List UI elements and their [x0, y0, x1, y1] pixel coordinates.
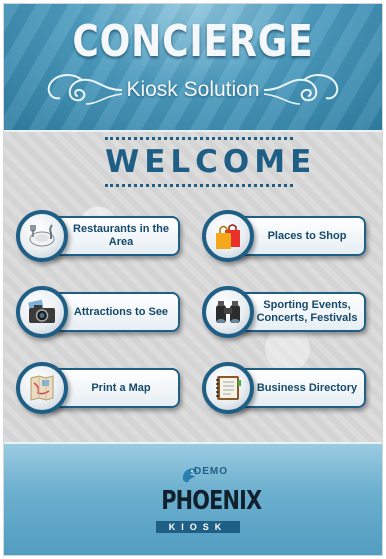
map-icon — [16, 362, 68, 414]
menu-button-restaurants[interactable]: Restaurants in the Area — [16, 210, 182, 264]
plate-fork-knife-icon — [16, 210, 68, 262]
app-subtitle: Kiosk Solution — [126, 78, 260, 101]
kiosk-screen: CONCIERGE Kiosk Solution WELCOME Restaur… — [3, 3, 383, 556]
logo-main-text: PHOENIX — [161, 486, 262, 516]
menu-button-print-map[interactable]: Print a Map — [16, 362, 182, 416]
shopping-bag-icon — [202, 210, 254, 262]
logo-demo-text: DEMO — [194, 466, 228, 477]
menu-label-print-map: Print a Map — [91, 381, 151, 394]
menu-button-business-directory[interactable]: Business Directory — [202, 362, 368, 416]
menu-label-events: Sporting Events, Concerts, Festivals — [256, 299, 358, 324]
header-banner: CONCIERGE Kiosk Solution — [4, 4, 382, 132]
camera-icon — [16, 286, 68, 338]
footer-area: DEMO PHOENIX KIOSK — [4, 442, 382, 555]
welcome-banner: WELCOME — [105, 137, 317, 187]
logo-sub-text: KIOSK — [156, 521, 240, 533]
menu-label-shop: Places to Shop — [267, 229, 347, 242]
menu-button-shop[interactable]: Places to Shop — [202, 210, 368, 264]
menu-label-attractions: Attractions to See — [73, 305, 169, 318]
phoenix-kiosk-logo: DEMO PHOENIX KIOSK — [152, 466, 262, 544]
address-book-icon — [202, 362, 254, 414]
main-menu-area: WELCOME Restaurants in the Area Places t… — [4, 132, 382, 442]
menu-button-attractions[interactable]: Attractions to See — [16, 286, 182, 340]
menu-label-business-directory: Business Directory — [256, 381, 358, 394]
binoculars-icon — [202, 286, 254, 338]
app-title: CONCIERGE — [72, 16, 314, 67]
menu-button-events[interactable]: Sporting Events, Concerts, Festivals — [202, 286, 368, 340]
welcome-text: WELCOME — [105, 144, 317, 180]
menu-label-restaurants: Restaurants in the Area — [73, 223, 169, 248]
